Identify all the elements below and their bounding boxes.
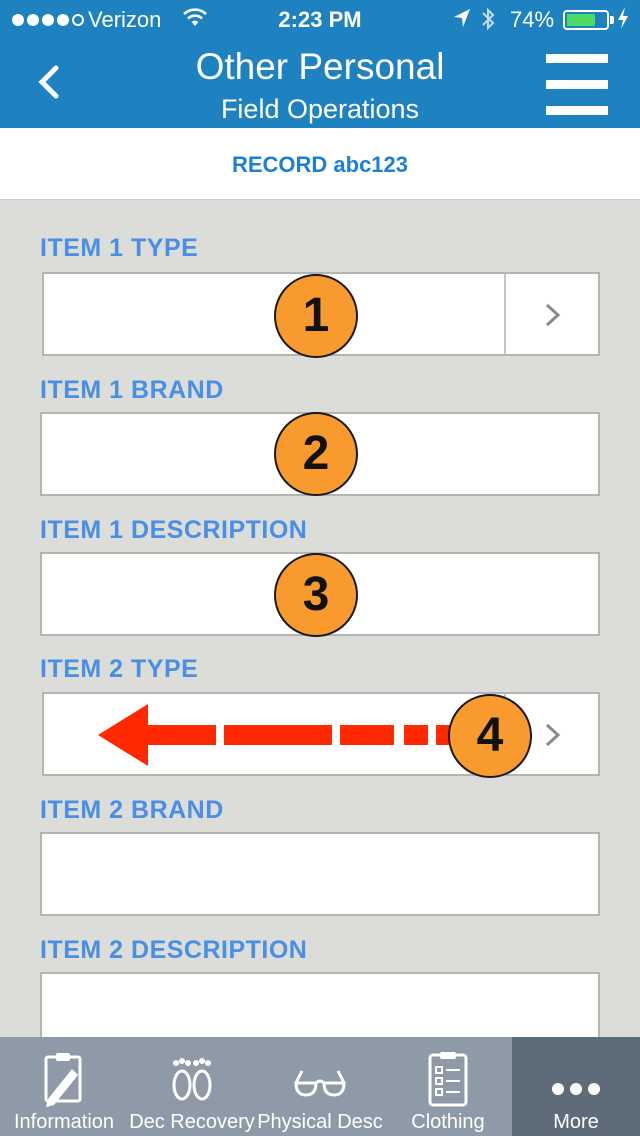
location-arrow-icon [452, 7, 472, 35]
navigation-header: Verizon 2:23 PM 74% Other Personal Field… [0, 0, 640, 128]
hamburger-menu-icon[interactable] [546, 54, 608, 116]
item2-type-label: ITEM 2 TYPE [40, 655, 199, 683]
battery-percentage: 74% [510, 7, 555, 32]
item1-type-chevron-button[interactable] [504, 274, 598, 354]
record-label: RECORD abc123 [231, 152, 409, 177]
bluetooth-icon [480, 6, 496, 38]
chevron-right-icon [545, 723, 561, 747]
annotation-badge-4: 4 [448, 694, 532, 778]
tab-label: Information [13, 1111, 115, 1133]
page-subtitle: Field Operations [220, 94, 420, 124]
annotation-badge-1: 1 [274, 274, 358, 358]
tab-label: Dec Recovery [129, 1111, 255, 1133]
tab-physical-desc[interactable]: Physical Desc [256, 1037, 384, 1136]
tab-dec-recovery[interactable]: Dec Recovery [128, 1037, 256, 1136]
item2-description-label: ITEM 2 DESCRIPTION [40, 936, 308, 964]
item1-brand-label: ITEM 1 BRAND [40, 376, 224, 404]
left-arrow-annotation [98, 704, 450, 766]
status-bar: Verizon 2:23 PM 74% [0, 0, 640, 40]
glasses-icon [294, 1070, 346, 1097]
annotation-badge-2: 2 [274, 412, 358, 496]
item1-type-label: ITEM 1 TYPE [40, 234, 199, 262]
clipboard-edit-icon [44, 1053, 82, 1107]
item2-brand-label: ITEM 2 BRAND [40, 796, 224, 824]
battery-icon [563, 10, 609, 30]
more-dots-icon [552, 1083, 600, 1095]
tab-information[interactable]: Information [0, 1037, 128, 1136]
annotation-badge-3: 3 [274, 553, 358, 637]
item1-description-label: ITEM 1 DESCRIPTION [40, 516, 308, 544]
footprints-icon [172, 1058, 212, 1101]
page-title: Other Personal [195, 46, 445, 87]
chevron-right-icon [545, 303, 561, 327]
tab-label: More [553, 1111, 599, 1133]
checklist-icon [428, 1052, 468, 1107]
record-bar: RECORD abc123 [0, 128, 640, 200]
item2-brand-input[interactable] [40, 832, 600, 916]
bottom-tab-bar: Information Dec Recovery Physical Desc C… [0, 1037, 640, 1136]
tab-label: Physical Desc [257, 1111, 383, 1133]
tab-clothing[interactable]: Clothing [384, 1037, 512, 1136]
tab-label: Clothing [411, 1111, 485, 1133]
charging-bolt-icon [617, 6, 629, 36]
tab-more[interactable]: More [512, 1037, 640, 1136]
